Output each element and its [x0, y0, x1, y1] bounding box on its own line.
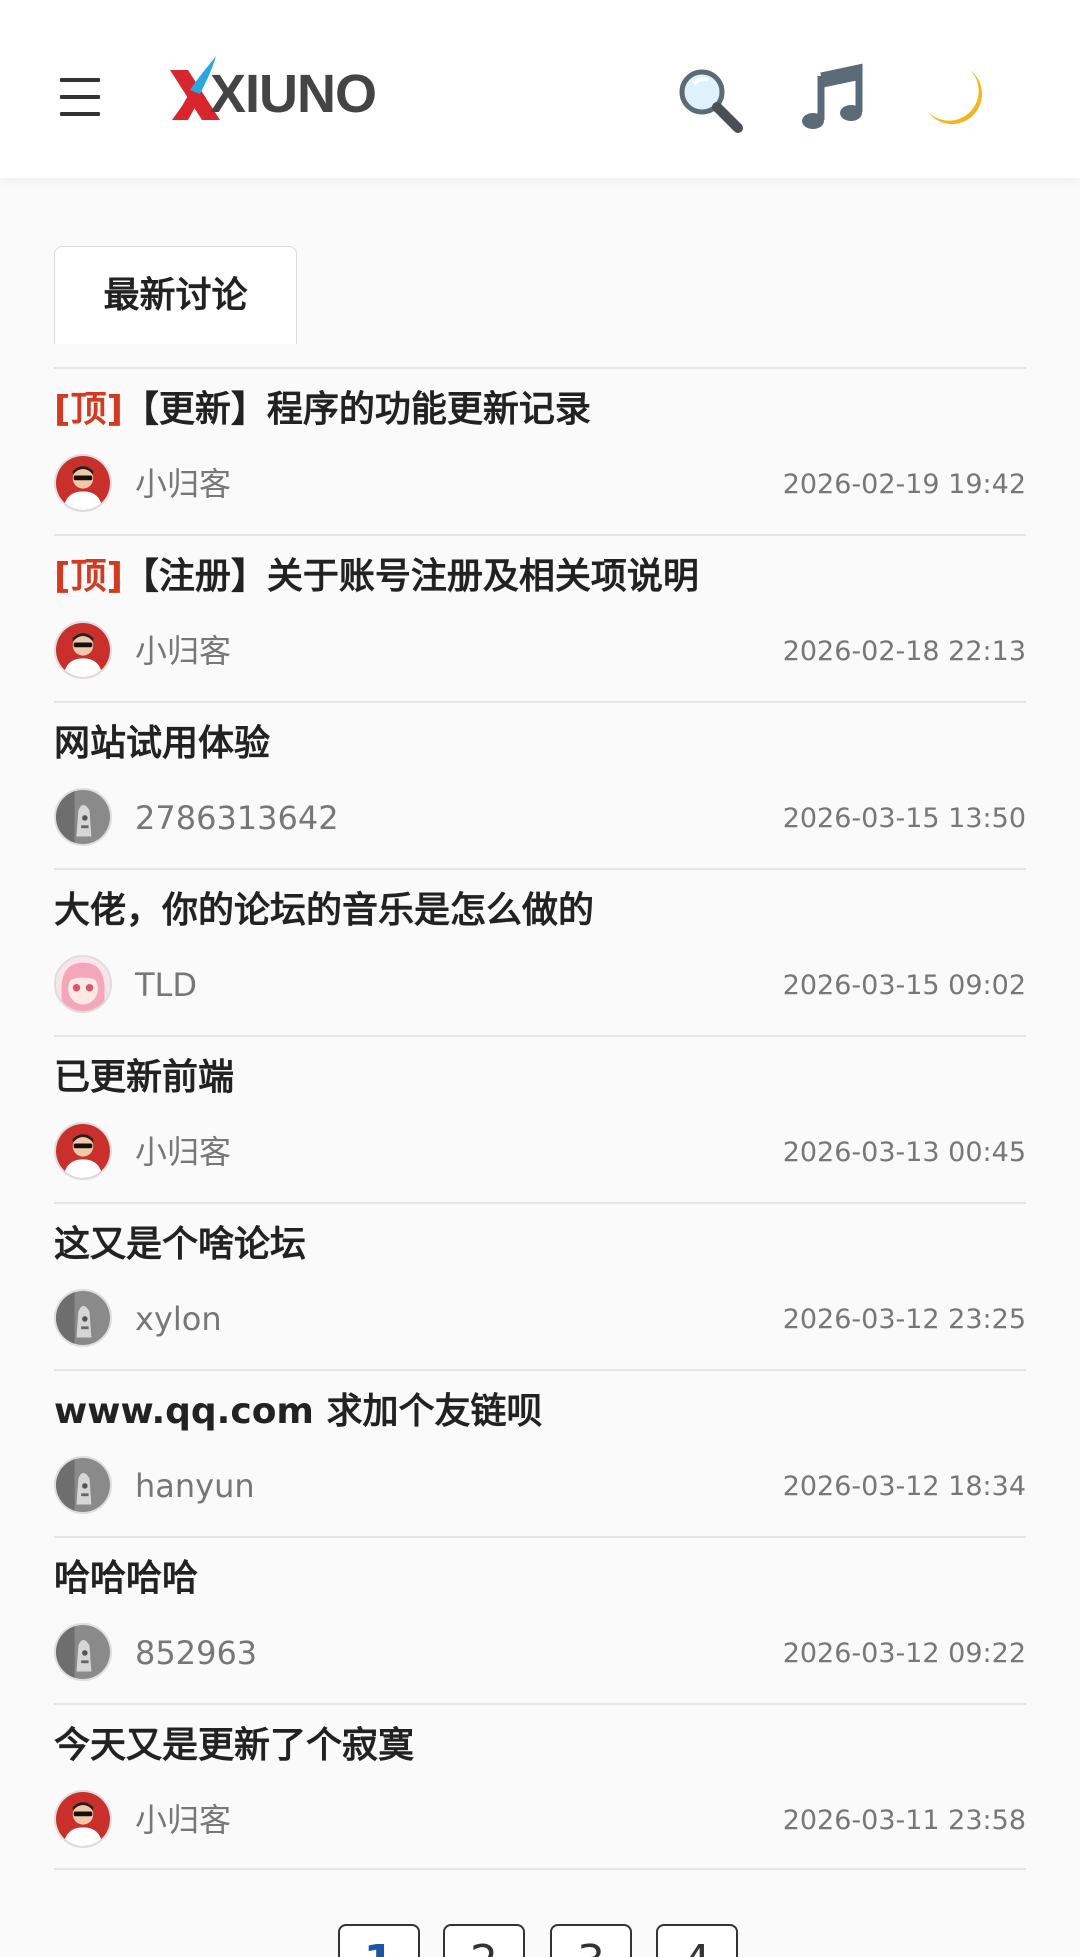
thread-title[interactable]: www.qq.com 求加个友链呗 — [54, 1387, 1026, 1437]
thread-date: 2026-02-18 22:13 — [782, 636, 1026, 667]
menu-icon[interactable] — [58, 76, 104, 120]
thread-title-text: 已更新前端 — [54, 1057, 235, 1098]
pinned-tag: [顶] — [54, 556, 123, 597]
thread-date: 2026-02-19 19:42 — [782, 469, 1026, 500]
thread-date: 2026-03-13 00:45 — [782, 1137, 1026, 1168]
search-icon[interactable] — [672, 62, 746, 136]
thread-list: [顶]【更新】程序的功能更新记录 小归客 2026-02-19 19:42 [顶… — [54, 367, 1026, 1870]
thread-date: 2026-03-15 09:02 — [782, 970, 1026, 1001]
moon-icon[interactable] — [920, 62, 994, 136]
thread-author[interactable]: TLD — [135, 963, 197, 1007]
thread-row[interactable]: 哈哈哈哈 852963 2026-03-12 09:22 — [54, 1536, 1026, 1703]
thread-title[interactable]: [顶]【更新】程序的功能更新记录 — [54, 385, 1026, 435]
thread-author[interactable]: 小归客 — [135, 1130, 231, 1174]
page-button-2[interactable]: 2 — [443, 1924, 525, 1957]
pinned-tag: [顶] — [54, 389, 123, 430]
thread-title-text: www.qq.com 求加个友链呗 — [54, 1391, 543, 1432]
thread-date: 2026-03-11 23:58 — [782, 1805, 1026, 1836]
thread-date: 2026-03-12 23:25 — [782, 1304, 1026, 1335]
thread-list-card: 最新讨论 [顶]【更新】程序的功能更新记录 小归客 2026-02-19 19:… — [0, 178, 1080, 1957]
page-button-4[interactable]: 4 — [656, 1924, 738, 1957]
thread-row[interactable]: 已更新前端 小归客 2026-03-13 00:45 — [54, 1035, 1026, 1202]
thread-row[interactable]: 网站试用体验 2786313642 2026-03-15 13:50 — [54, 701, 1026, 868]
thread-title-text: 哈哈哈哈 — [54, 1558, 199, 1599]
thread-title[interactable]: [顶]【注册】关于账号注册及相关项说明 — [54, 552, 1026, 602]
thread-title[interactable]: 这又是个啥论坛 — [54, 1220, 1026, 1270]
thread-author[interactable]: 2786313642 — [135, 796, 339, 840]
avatar[interactable] — [54, 1790, 112, 1848]
page-button-1[interactable]: 1 — [338, 1924, 420, 1957]
page-button-3[interactable]: 3 — [550, 1924, 632, 1957]
thread-author[interactable]: 852963 — [135, 1631, 257, 1675]
tab-latest-discussions[interactable]: 最新讨论 — [54, 246, 297, 344]
thread-row[interactable]: 这又是个啥论坛 xylon 2026-03-12 23:25 — [54, 1202, 1026, 1369]
avatar[interactable] — [54, 1289, 112, 1347]
avatar[interactable] — [54, 1456, 112, 1514]
avatar[interactable] — [54, 1122, 112, 1180]
thread-date: 2026-03-12 18:34 — [782, 1471, 1026, 1502]
avatar[interactable] — [54, 1623, 112, 1681]
thread-author[interactable]: 小归客 — [135, 1798, 231, 1842]
thread-title-text: 今天又是更新了个寂寞 — [54, 1725, 415, 1766]
thread-title-text: 【更新】程序的功能更新记录 — [122, 389, 591, 430]
thread-title[interactable]: 大佬，你的论坛的音乐是怎么做的 — [54, 886, 1026, 936]
thread-title[interactable]: 哈哈哈哈 — [54, 1554, 1026, 1604]
thread-row[interactable]: www.qq.com 求加个友链呗 hanyun 2026-03-12 18:3… — [54, 1369, 1026, 1536]
thread-date: 2026-03-15 13:50 — [782, 803, 1026, 834]
thread-row[interactable]: 今天又是更新了个寂寞 小归客 2026-03-11 23:58 — [54, 1703, 1026, 1870]
thread-title-text: 这又是个啥论坛 — [54, 1224, 307, 1265]
thread-title[interactable]: 今天又是更新了个寂寞 — [54, 1721, 1026, 1771]
thread-title-text: 网站试用体验 — [54, 723, 271, 764]
thread-row[interactable]: [顶]【注册】关于账号注册及相关项说明 小归客 2026-02-18 22:13 — [54, 534, 1026, 701]
thread-author[interactable]: hanyun — [135, 1464, 255, 1508]
pagination: 1 2 3 4 — [338, 1924, 748, 1957]
avatar[interactable] — [54, 621, 112, 679]
site-logo[interactable]: XIUNO — [168, 52, 377, 124]
logo-text: XIUNO — [210, 64, 377, 124]
thread-author[interactable]: 小归客 — [135, 629, 231, 673]
thread-title-text: 大佬，你的论坛的音乐是怎么做的 — [54, 890, 595, 931]
avatar[interactable] — [54, 454, 112, 512]
thread-title[interactable]: 网站试用体验 — [54, 719, 1026, 769]
thread-author[interactable]: xylon — [135, 1297, 222, 1341]
music-icon[interactable] — [797, 62, 871, 136]
thread-date: 2026-03-12 09:22 — [782, 1638, 1026, 1669]
thread-author[interactable]: 小归客 — [135, 462, 231, 506]
top-navbar: XIUNO — [0, 0, 1080, 178]
avatar[interactable] — [54, 955, 112, 1013]
avatar[interactable] — [54, 788, 112, 846]
thread-title-text: 【注册】关于账号注册及相关项说明 — [122, 556, 699, 597]
thread-row[interactable]: 大佬，你的论坛的音乐是怎么做的 TLD 2026-03-15 09:02 — [54, 868, 1026, 1035]
thread-title[interactable]: 已更新前端 — [54, 1053, 1026, 1103]
thread-row[interactable]: [顶]【更新】程序的功能更新记录 小归客 2026-02-19 19:42 — [54, 367, 1026, 534]
